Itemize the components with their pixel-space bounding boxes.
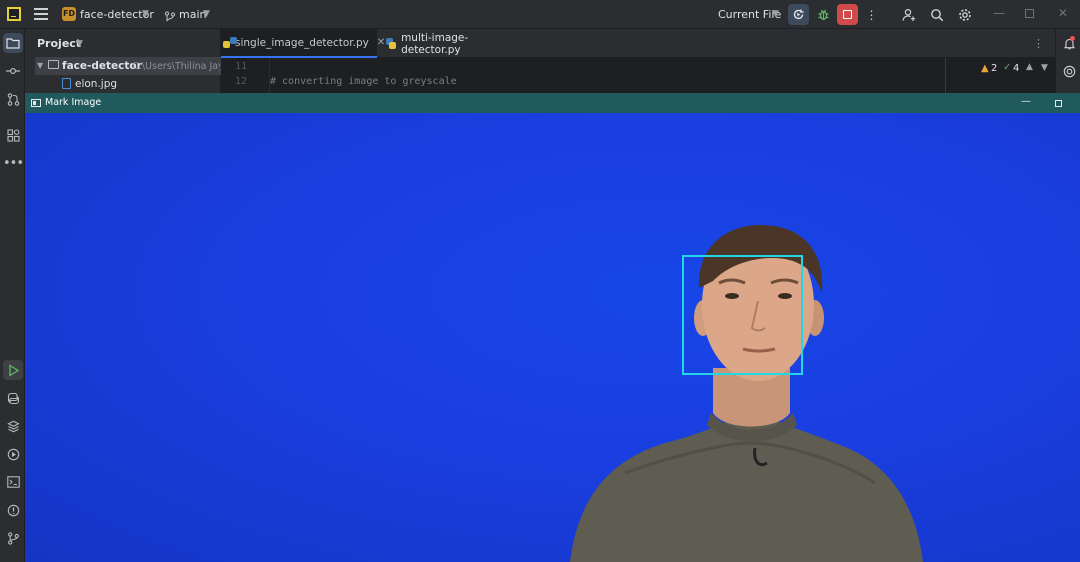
gear-icon[interactable] (954, 4, 975, 25)
stop-icon (843, 10, 852, 19)
image-window-title: Mark Image (45, 97, 102, 108)
project-badge[interactable]: FD (62, 7, 76, 21)
project-folder-icon[interactable] (3, 33, 23, 53)
tree-root-path: C:\Users\Thilina Jay... (132, 61, 220, 72)
branch-icon[interactable] (164, 8, 176, 27)
line-number-gutter: 11 12 (221, 58, 269, 93)
window-icon (31, 99, 41, 107)
next-highlight-icon[interactable]: ▼ (1041, 63, 1048, 73)
more-tools-icon[interactable]: ••• (3, 153, 24, 173)
weak-warning-count: 4 (1013, 63, 1020, 74)
tab-label: multi-image-detector.py (401, 31, 469, 56)
pycharm-logo-icon (7, 7, 21, 21)
previous-highlight-icon[interactable]: ▲ (1026, 62, 1033, 72)
python-file-icon (386, 38, 397, 49)
code-line-comment[interactable]: # converting image to greyscale (270, 76, 457, 87)
add-user-icon[interactable] (898, 4, 919, 25)
right-tool-strip (1055, 29, 1080, 93)
image-window-title-bar[interactable]: Mark Image — (25, 93, 1080, 113)
warning-count: 2 (991, 63, 998, 74)
python-console-icon[interactable] (3, 388, 23, 408)
structure-icon[interactable] (3, 125, 23, 145)
minimize-window-button[interactable]: — (993, 6, 1005, 20)
left-tool-strip: ••• (0, 29, 25, 562)
tab-multi-image-detector[interactable]: multi-image-detector.py (377, 29, 517, 58)
tab-actions-icon[interactable]: ⋮ (1033, 37, 1044, 50)
notification-badge (1070, 36, 1075, 41)
pull-request-icon[interactable] (3, 89, 23, 109)
chevron-down-icon[interactable]: ▼ (203, 9, 210, 19)
warning-icon: ▲ (981, 63, 989, 74)
project-tool-window: Project ▼ ▼ face-detector C:\Users\Thili… (25, 29, 221, 93)
close-window-button[interactable]: ✕ (1058, 6, 1068, 20)
problems-icon[interactable] (3, 500, 23, 520)
tree-file-item[interactable]: elon.jpg (75, 78, 117, 90)
tab-single-image-detector[interactable]: single_image_detector.py ✕ (221, 29, 385, 58)
check-icon: ✓ (1003, 62, 1012, 73)
expand-arrow-icon[interactable]: ▼ (37, 61, 43, 70)
person-photo (570, 225, 923, 562)
rerun-button[interactable] (788, 4, 809, 25)
detected-face-photo (25, 113, 1080, 562)
line-number: 11 (234, 61, 247, 72)
notifications-icon[interactable] (1059, 33, 1079, 53)
run-icon[interactable] (3, 360, 23, 380)
maximize-image-window-button[interactable] (1055, 100, 1062, 107)
editor-tab-bar: single_image_detector.py ✕ multi-image-d… (221, 29, 1055, 58)
restore-window-button[interactable] (1025, 9, 1034, 18)
title-bar: FD face-detector ▼ main ▼ Current File ▼… (0, 0, 1080, 29)
chevron-down-icon[interactable]: ▼ (76, 39, 83, 49)
chevron-down-icon[interactable]: ▼ (142, 9, 149, 19)
python-packages-icon[interactable] (3, 416, 23, 436)
minimize-image-window-button[interactable]: — (1021, 96, 1031, 107)
services-icon[interactable] (3, 444, 23, 464)
inspection-widget[interactable]: ▲ 2 ✓ 4 ▲ ▼ (945, 58, 1055, 93)
chevron-down-icon[interactable]: ▼ (772, 9, 779, 19)
git-icon[interactable] (3, 528, 23, 548)
face-detection-box (682, 255, 803, 375)
ai-assistant-icon[interactable] (1059, 61, 1079, 81)
image-file-icon (62, 78, 71, 89)
terminal-icon[interactable] (3, 472, 23, 492)
image-viewer-window: Mark Image — (25, 93, 1080, 562)
commit-icon[interactable] (3, 61, 23, 81)
more-actions-icon[interactable]: ⋮ (861, 4, 882, 25)
editor-area: single_image_detector.py ✕ multi-image-d… (221, 29, 1055, 93)
main-menu-icon[interactable] (34, 8, 48, 20)
project-panel-title[interactable]: Project (37, 37, 81, 50)
debug-icon[interactable] (813, 4, 834, 25)
folder-icon (48, 60, 59, 69)
search-icon[interactable] (926, 4, 947, 25)
stop-button[interactable] (837, 4, 858, 25)
tab-label: single_image_detector.py (235, 36, 369, 49)
tree-root-name[interactable]: face-detector (62, 60, 142, 72)
line-number: 12 (234, 76, 247, 87)
